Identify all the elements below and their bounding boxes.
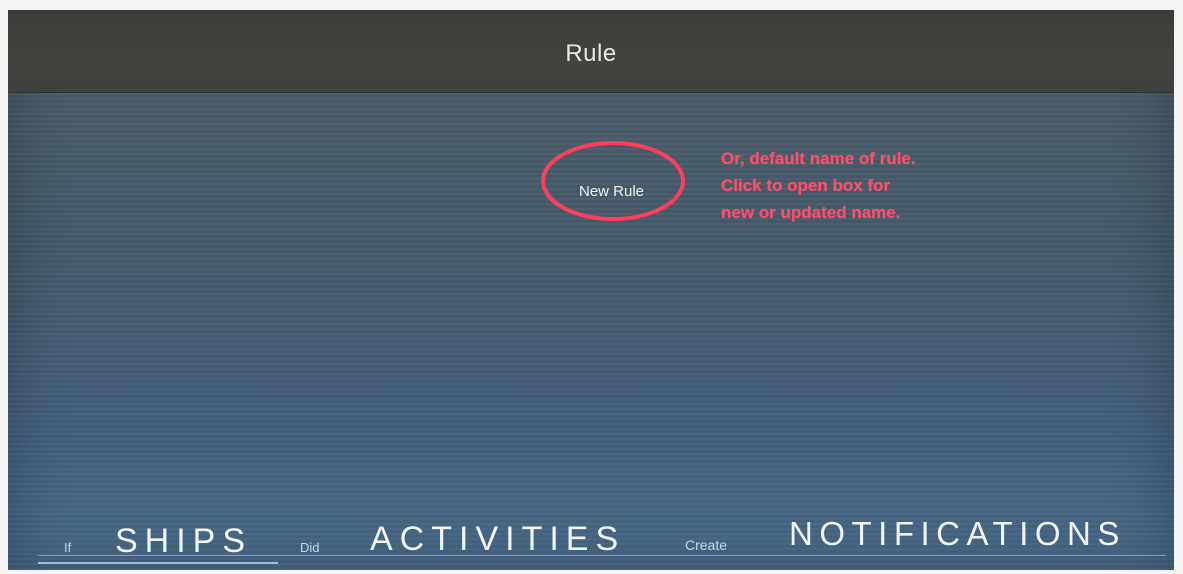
annotation-line: new or updated name. xyxy=(721,203,901,222)
rule-screen: Rule New Rule Or, default name of rule. … xyxy=(8,10,1174,570)
annotation-note: Or, default name of rule. Click to open … xyxy=(721,145,916,226)
highlight-circle xyxy=(541,141,685,221)
tab-connector-create: Create xyxy=(685,537,728,553)
tab-connector-did: Did xyxy=(300,540,320,555)
tab-notifications[interactable]: NOTIFICATIONS xyxy=(789,515,1126,553)
annotation-line: Or, default name of rule. xyxy=(721,149,916,168)
annotation-line: Click to open box for xyxy=(721,176,891,195)
tab-connector-if: If xyxy=(64,540,72,555)
title-bar: Rule xyxy=(8,10,1174,93)
tab-divider-line xyxy=(38,555,1166,556)
rule-name-button[interactable]: New Rule xyxy=(579,183,644,200)
page-title: Rule xyxy=(565,40,617,67)
active-tab-indicator xyxy=(38,562,278,564)
tab-activities[interactable]: ACTIVITIES xyxy=(370,520,625,559)
